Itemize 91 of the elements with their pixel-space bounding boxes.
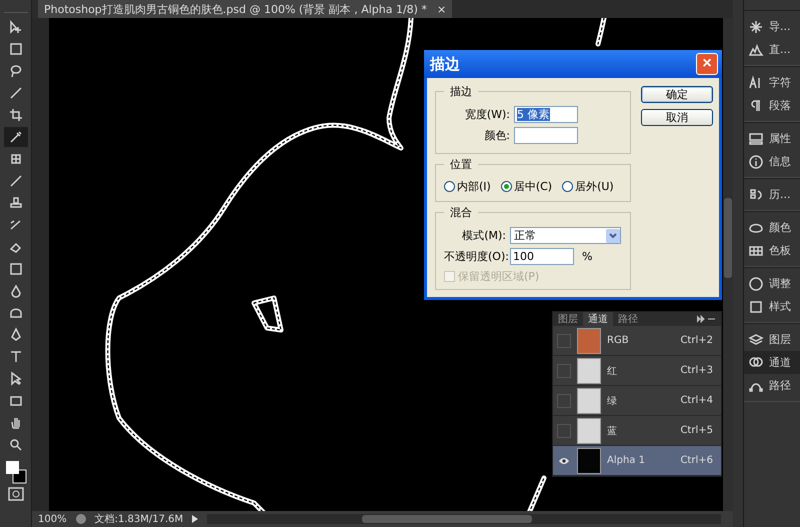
field-label: 模式(M): xyxy=(461,228,506,243)
radio-option[interactable]: 居中(C) xyxy=(500,179,552,194)
channel-name: 绿 xyxy=(607,394,617,408)
field-label: 颜色: xyxy=(483,128,510,143)
group-title: 描边 xyxy=(449,84,473,99)
panel-button[interactable]: 色板 xyxy=(744,239,800,262)
layers-icon xyxy=(748,332,764,348)
panel-button[interactable]: 历... xyxy=(744,183,800,206)
panel-button[interactable]: 字符 xyxy=(744,71,800,94)
field-label: 不透明度(O): xyxy=(444,249,506,264)
gradient-tool-icon xyxy=(8,261,24,277)
color-swatches-icon[interactable] xyxy=(4,459,28,485)
panel-button[interactable]: 通道 xyxy=(744,351,800,374)
brush-select-tool-icon xyxy=(8,85,24,101)
radio-option[interactable]: 内部(I) xyxy=(444,179,491,194)
channel-thumbnail xyxy=(577,418,601,444)
document-title: Photoshop打造肌肉男古铜色的肤色.psd @ 100% (背景 副本 , Alpha 1/8) * xyxy=(44,2,427,16)
panel-button[interactable]: 样式 xyxy=(744,295,800,318)
panel-button[interactable]: 图层 xyxy=(744,328,800,351)
info-icon xyxy=(748,154,764,170)
visibility-toggle[interactable] xyxy=(557,424,571,438)
channel-thumbnail xyxy=(577,328,601,354)
caret-icon xyxy=(606,228,620,242)
adjust-icon xyxy=(748,276,764,292)
eyedropper-tool-icon xyxy=(8,129,24,145)
channel-shortcut: Ctrl+3 xyxy=(680,365,713,376)
panel-button[interactable]: 信息 xyxy=(744,150,800,173)
brush-tool-icon xyxy=(8,173,24,189)
panel-button[interactable]: 段落 xyxy=(744,94,800,117)
field-label: 宽度(W): xyxy=(464,107,510,122)
horizontal-scrollbar[interactable] xyxy=(207,514,721,524)
radio-button[interactable] xyxy=(562,181,574,192)
width-field[interactable]: 5 像素 xyxy=(514,106,578,123)
channel-row[interactable]: 绿 Ctrl+4 xyxy=(553,386,721,416)
channel-name: RGB xyxy=(607,335,629,346)
zoom-level: 100% xyxy=(38,514,67,524)
radio-option[interactable]: 居外(U) xyxy=(562,179,614,194)
properties-icon xyxy=(748,130,764,146)
channel-name: 蓝 xyxy=(607,424,617,438)
unit-label: % xyxy=(582,250,592,263)
document-tab[interactable]: Photoshop打造肌肉男古铜色的肤色.psd @ 100% (背景 副本 , Alpha 1/8) * × xyxy=(38,0,452,18)
channel-row[interactable]: 红 Ctrl+3 xyxy=(553,356,721,386)
styles-icon xyxy=(748,298,764,314)
stamp-tool-icon xyxy=(8,195,24,211)
play-icon[interactable] xyxy=(191,514,200,524)
group-title: 位置 xyxy=(449,157,473,172)
panel-menu-icon[interactable] xyxy=(697,315,715,323)
panel-button[interactable]: 颜色 xyxy=(744,216,800,239)
channel-name: Alpha 1 xyxy=(607,455,645,466)
panel-button[interactable]: 路径 xyxy=(744,374,800,397)
panel-button[interactable]: 直... xyxy=(744,38,800,61)
channel-row[interactable]: Alpha 1 Ctrl+6 xyxy=(553,446,721,476)
crop-tool-icon xyxy=(8,107,24,123)
navigator-icon xyxy=(748,18,764,34)
radio-button[interactable] xyxy=(500,181,512,192)
quick-mask-icon[interactable] xyxy=(8,487,24,501)
channel-shortcut: Ctrl+6 xyxy=(680,455,713,466)
vertical-scrollbar[interactable] xyxy=(723,18,733,511)
channel-thumbnail xyxy=(577,358,601,384)
visibility-toggle[interactable] xyxy=(557,394,571,408)
panel-button[interactable]: 属性 xyxy=(744,127,800,150)
channel-thumbnail xyxy=(577,388,601,414)
opacity-field[interactable]: 100 xyxy=(510,248,574,265)
mode-dropdown[interactable]: 正常 xyxy=(510,227,621,244)
dialog-button[interactable]: 确定 xyxy=(641,86,713,103)
dialog-title: 描边 xyxy=(430,54,461,74)
zoom-tool-icon xyxy=(8,437,24,453)
panel-tab[interactable]: 通道 xyxy=(583,312,613,326)
dialog-button[interactable]: 取消 xyxy=(641,109,713,126)
close-button[interactable]: × xyxy=(696,53,718,75)
tool-button[interactable] xyxy=(4,127,28,147)
channel-shortcut: Ctrl+4 xyxy=(680,395,713,406)
channel-thumbnail xyxy=(577,448,601,474)
document-size: 文档:1.83M/17.6M xyxy=(94,512,184,526)
marquee-tool-icon xyxy=(8,41,24,57)
radio-button[interactable] xyxy=(444,181,455,192)
channel-name: 红 xyxy=(607,364,617,378)
histogram-icon xyxy=(748,42,764,58)
visibility-toggle[interactable] xyxy=(557,364,571,378)
channel-shortcut: Ctrl+2 xyxy=(680,335,713,346)
move-tool-icon xyxy=(8,19,24,35)
visibility-toggle[interactable] xyxy=(557,334,571,348)
panel-button[interactable]: 导... xyxy=(744,15,800,38)
history-icon xyxy=(748,186,764,202)
group-title: 混合 xyxy=(449,205,473,220)
eye-icon xyxy=(558,456,570,464)
color-swatch[interactable] xyxy=(514,127,578,144)
close-tab-button[interactable]: × xyxy=(436,2,446,16)
channel-shortcut: Ctrl+5 xyxy=(680,425,713,436)
panel-button[interactable]: 调整 xyxy=(744,272,800,295)
channel-row[interactable]: RGB Ctrl+2 xyxy=(553,326,721,356)
